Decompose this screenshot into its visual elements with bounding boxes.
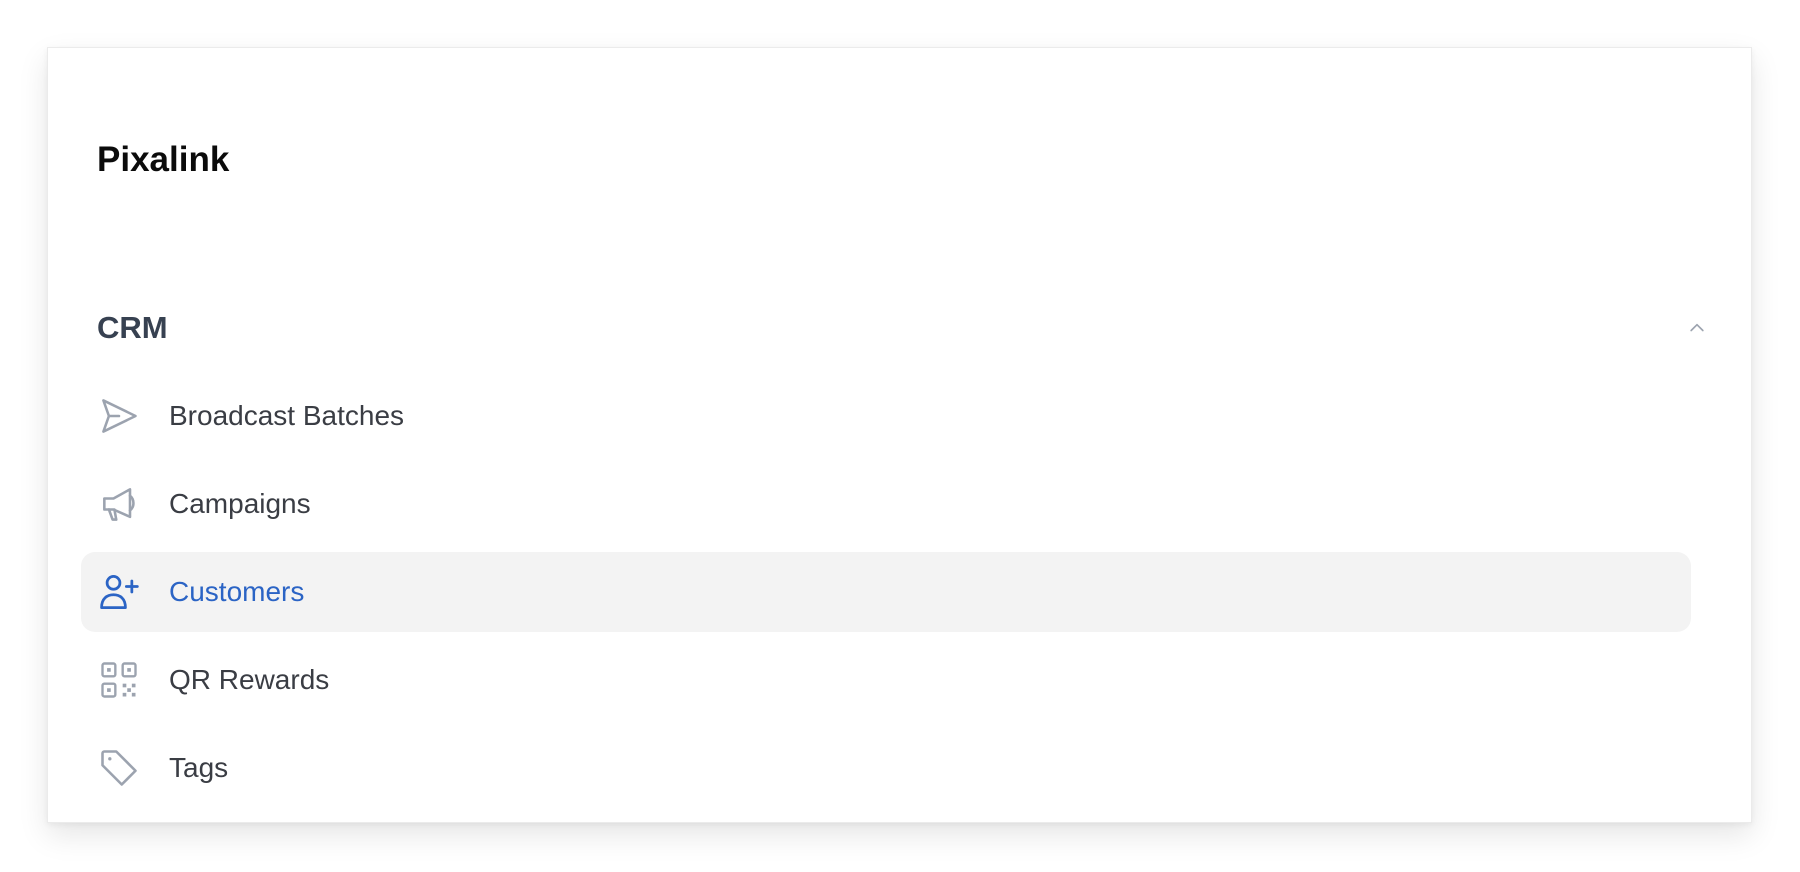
nav-item-tags[interactable]: Tags	[81, 728, 1691, 808]
page: Pixalink CRM Broadcast Batches Campaigns…	[0, 0, 1800, 872]
nav-item-label: Customers	[169, 576, 305, 607]
nav-item-label: Tags	[169, 752, 229, 783]
nav-item-label: QR Rewards	[169, 664, 330, 695]
send-icon	[97, 394, 141, 438]
sidebar-panel: Pixalink CRM Broadcast Batches Campaigns…	[47, 47, 1752, 823]
tag-icon	[97, 746, 141, 790]
nav-item-customers[interactable]: Customers	[81, 552, 1691, 632]
nav-item-qr-rewards[interactable]: QR Rewards	[81, 640, 1691, 720]
chevron-up-icon[interactable]	[1685, 316, 1709, 340]
crm-nav-list: Broadcast Batches Campaigns Customers QR…	[81, 376, 1691, 816]
nav-item-label: Campaigns	[169, 488, 311, 519]
brand-title: Pixalink	[97, 140, 230, 179]
nav-item-campaigns[interactable]: Campaigns	[81, 464, 1691, 544]
nav-item-label: Broadcast Batches	[169, 400, 405, 431]
nav-item-broadcast-batches[interactable]: Broadcast Batches	[81, 376, 1691, 456]
user-plus-icon	[97, 570, 141, 614]
section-title: CRM	[97, 310, 168, 345]
crm-section-toggle[interactable]: CRM	[97, 302, 1717, 354]
qr-code-icon	[97, 658, 141, 702]
megaphone-icon	[97, 482, 141, 526]
